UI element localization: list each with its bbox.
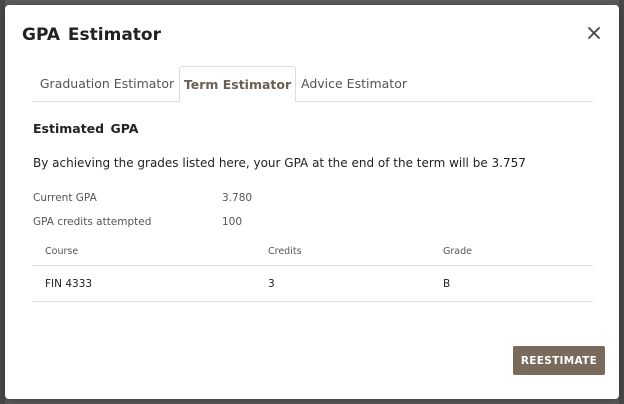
tab-advice-estimator[interactable]: Advice Estimator bbox=[299, 66, 409, 101]
close-icon bbox=[588, 27, 600, 39]
table-row: FIN 4333 3 B bbox=[33, 266, 593, 302]
credits-attempted-label: GPA credits attempted bbox=[33, 216, 152, 228]
estimated-gpa-heading: Estimated GPA bbox=[33, 121, 139, 136]
course-cell: FIN 4333 bbox=[45, 278, 93, 290]
column-header-grade: Grade bbox=[443, 246, 472, 257]
estimate-summary: By achieving the grades listed here, you… bbox=[33, 156, 526, 170]
close-button[interactable] bbox=[583, 22, 605, 44]
dialog-title: GPA Estimator bbox=[22, 25, 161, 45]
reestimate-button[interactable]: REESTIMATE bbox=[513, 346, 605, 375]
grade-cell: B bbox=[443, 278, 451, 290]
course-grades-table: Course Credits Grade FIN 4333 3 B bbox=[33, 237, 593, 302]
tab-graduation-estimator[interactable]: Graduation Estimator bbox=[33, 66, 181, 101]
credits-attempted-value: 100 bbox=[222, 216, 243, 228]
tab-term-estimator[interactable]: Term Estimator bbox=[179, 66, 296, 102]
current-gpa-value: 3.780 bbox=[222, 192, 253, 204]
table-header: Course Credits Grade bbox=[33, 237, 593, 266]
backdrop-right-edge bbox=[619, 0, 624, 404]
column-header-course: Course bbox=[45, 246, 79, 257]
current-gpa-label: Current GPA bbox=[33, 192, 97, 204]
column-header-credits: Credits bbox=[268, 246, 302, 257]
estimator-tabs: Graduation Estimator Term Estimator Advi… bbox=[33, 66, 593, 102]
gpa-estimator-dialog: GPA Estimator Graduation Estimator Term … bbox=[5, 5, 619, 399]
credits-cell: 3 bbox=[268, 278, 275, 290]
